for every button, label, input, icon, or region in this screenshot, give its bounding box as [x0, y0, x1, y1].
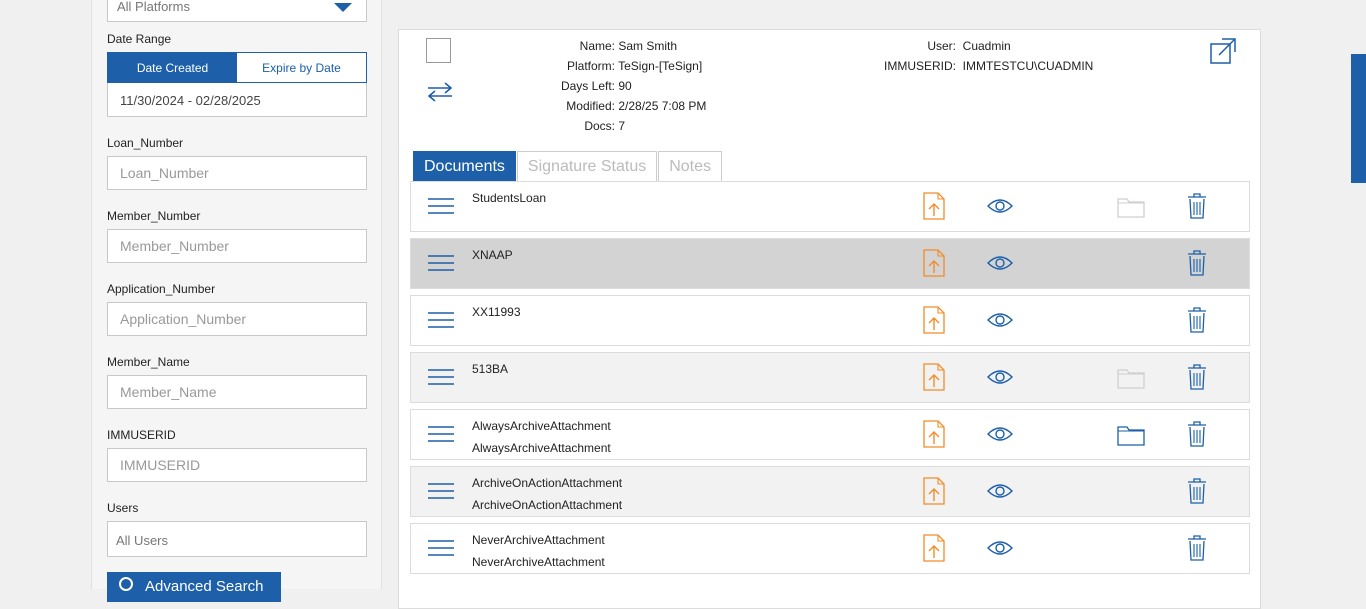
side-panel-tab[interactable] [1351, 54, 1366, 183]
document-name: NeverArchiveAttachment [472, 533, 605, 547]
document-row[interactable]: NeverArchiveAttachment NeverArchiveAttach… [410, 523, 1250, 574]
document-row[interactable]: 513BA [410, 352, 1250, 403]
folder-icon[interactable] [1117, 367, 1145, 389]
member-name-input[interactable] [107, 375, 367, 409]
platform-value: TeSign-[TeSign] [618, 59, 703, 73]
document-name: AlwaysArchiveAttachment [472, 419, 611, 433]
eye-icon[interactable] [987, 482, 1013, 500]
user-value: Cuadmin [962, 39, 1011, 53]
drag-handle-icon[interactable] [428, 425, 454, 443]
filter-panel: All Platforms Date Range Date Created Ex… [91, 0, 382, 602]
drag-handle-icon[interactable] [428, 311, 454, 329]
application-number-label: Application_Number [107, 282, 216, 296]
folder-icon[interactable] [1117, 196, 1145, 218]
immuserid-label: IMMUSERID [107, 428, 176, 442]
member-name-label: Member_Name [107, 355, 190, 369]
expire-by-date-toggle[interactable]: Expire by Date [237, 53, 366, 82]
name-value: Sam Smith [618, 39, 678, 53]
date-range-label: Date Range [107, 32, 172, 46]
drag-handle-icon[interactable] [428, 482, 454, 500]
docs-value: 7 [618, 119, 626, 133]
eye-icon[interactable] [987, 311, 1013, 329]
eye-icon[interactable] [987, 539, 1013, 557]
upload-file-icon[interactable] [923, 249, 945, 277]
platform-select[interactable]: All Platforms [107, 0, 367, 22]
name-key: Name: [579, 39, 615, 53]
drag-handle-icon[interactable] [428, 539, 454, 557]
loan-number-label: Loan_Number [107, 136, 184, 150]
document-row[interactable]: AlwaysArchiveAttachment AlwaysArchiveAtta… [410, 409, 1250, 460]
advanced-search-label: Advanced Search [145, 578, 264, 595]
platform-key: Platform: [566, 59, 615, 73]
document-subname: NeverArchiveAttachment [472, 555, 605, 569]
immuserid-input[interactable] [107, 448, 367, 482]
upload-file-icon[interactable] [923, 363, 945, 391]
document-name: StudentsLoan [472, 191, 547, 205]
upload-file-icon[interactable] [923, 192, 945, 220]
trash-icon[interactable] [1187, 193, 1207, 219]
modified-value: 2/28/25 7:08 PM [618, 99, 707, 113]
document-name: XX11993 [472, 305, 521, 319]
eye-icon[interactable] [987, 197, 1013, 215]
document-subname: ArchiveOnActionAttachment [472, 498, 623, 512]
package-detail-card: Name: Sam Smith Platform: TeSign-[TeSign… [398, 29, 1261, 609]
platform-select-value: All Platforms [117, 0, 190, 14]
trash-icon[interactable] [1187, 421, 1207, 447]
immuserid-value: IMMTESTCU\CUADMIN [962, 59, 1094, 73]
eye-icon[interactable] [987, 254, 1013, 272]
popout-icon[interactable] [1209, 37, 1237, 65]
users-select[interactable]: All Users [107, 521, 367, 557]
package-meta: Name: Sam Smith Platform: TeSign-[TeSign… [549, 36, 749, 136]
date-created-toggle[interactable]: Date Created [108, 53, 237, 82]
upload-file-icon[interactable] [923, 477, 945, 505]
upload-file-icon[interactable] [923, 306, 945, 334]
trash-icon[interactable] [1187, 250, 1207, 276]
upload-file-icon[interactable] [923, 420, 945, 448]
tab-signature-status[interactable]: Signature Status [516, 151, 658, 181]
detail-tabs: Documents Signature Status Notes [413, 151, 723, 181]
loan-number-input[interactable] [107, 156, 367, 190]
drag-handle-icon[interactable] [428, 368, 454, 386]
swap-arrows-icon[interactable] [426, 80, 454, 104]
eye-icon[interactable] [987, 368, 1013, 386]
document-name: XNAAP [472, 248, 513, 262]
trash-icon[interactable] [1187, 535, 1207, 561]
select-checkbox[interactable] [426, 38, 451, 63]
upload-file-icon[interactable] [923, 534, 945, 562]
document-subname: AlwaysArchiveAttachment [472, 441, 611, 455]
document-row[interactable]: ArchiveOnActionAttachment ArchiveOnAction… [410, 466, 1250, 517]
immuserid-key: IMMUSERID: [884, 59, 956, 73]
days-left-key: Days Left: [560, 79, 615, 93]
document-row[interactable]: XNAAP [410, 238, 1250, 289]
days-left-value: 90 [618, 79, 632, 93]
date-type-toggle: Date Created Expire by Date [107, 52, 367, 83]
drag-handle-icon[interactable] [428, 197, 454, 215]
date-range-input[interactable]: 11/30/2024 - 02/28/2025 [107, 83, 367, 117]
document-row[interactable]: StudentsLoan [410, 181, 1250, 232]
member-number-label: Member_Number [107, 209, 201, 223]
trash-icon[interactable] [1187, 478, 1207, 504]
document-row[interactable]: XX11993 [410, 295, 1250, 346]
docs-key: Docs: [584, 119, 615, 133]
users-label: Users [107, 501, 139, 515]
trash-icon[interactable] [1187, 364, 1207, 390]
member-number-input[interactable] [107, 229, 367, 263]
user-meta: User: Cuadmin IMMUSERID: IMMTESTCU\CUADM… [869, 36, 1129, 76]
application-number-input[interactable] [107, 302, 367, 336]
document-name: ArchiveOnActionAttachment [472, 476, 623, 490]
tab-documents[interactable]: Documents [413, 151, 516, 181]
advanced-search-button[interactable]: Advanced Search [107, 572, 281, 602]
eye-icon[interactable] [987, 425, 1013, 443]
folder-icon[interactable] [1117, 424, 1145, 446]
chevron-down-icon [334, 3, 352, 12]
document-name: 513BA [472, 362, 509, 376]
drag-handle-icon[interactable] [428, 254, 454, 272]
trash-icon[interactable] [1187, 307, 1207, 333]
user-key: User: [927, 39, 956, 53]
tab-notes[interactable]: Notes [658, 151, 723, 181]
modified-key: Modified: [566, 99, 615, 113]
